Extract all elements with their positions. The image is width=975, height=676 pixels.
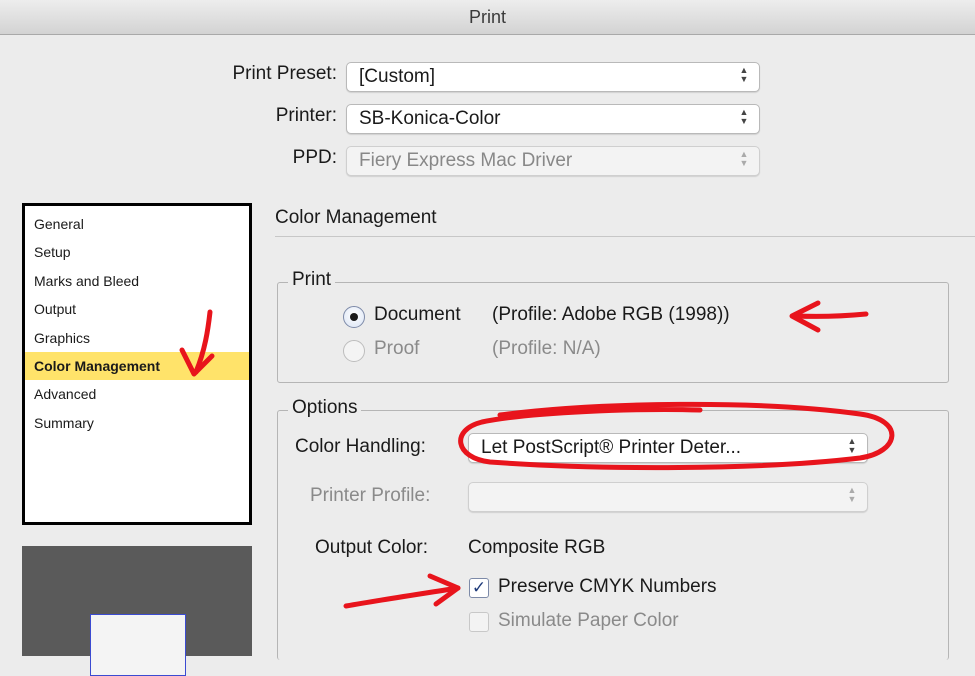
sidebar-item-summary[interactable]: Summary (25, 409, 249, 437)
category-list[interactable]: General Setup Marks and Bleed Output Gra… (22, 203, 252, 525)
color-handling-value: Let PostScript® Printer Deter... (481, 437, 742, 458)
window-title: Print (0, 0, 975, 35)
sidebar-item-marks-and-bleed[interactable]: Marks and Bleed (25, 267, 249, 295)
printer-select[interactable]: SB-Konica-Color ▲ ▼ (346, 104, 760, 134)
page-preview (22, 546, 252, 676)
updown-chevron-icon: ▲ ▼ (739, 149, 749, 168)
sidebar-item-advanced[interactable]: Advanced (25, 380, 249, 408)
updown-chevron-icon: ▲ ▼ (739, 107, 749, 126)
print-preset-label: Print Preset: (232, 63, 337, 84)
preserve-cmyk-label[interactable]: Preserve CMYK Numbers (498, 576, 717, 598)
ppd-select[interactable]: Fiery Express Mac Driver ▲ ▼ (346, 146, 760, 176)
color-handling-select[interactable]: Let PostScript® Printer Deter... ▲ ▼ (468, 433, 868, 463)
updown-chevron-icon: ▲ ▼ (847, 485, 857, 504)
printer-label: Printer: (275, 105, 337, 126)
sidebar-item-setup[interactable]: Setup (25, 238, 249, 266)
updown-chevron-icon: ▲ ▼ (739, 65, 749, 84)
color-handling-label: Color Handling: (295, 436, 426, 457)
checkmark-icon[interactable]: ✓ (469, 578, 489, 598)
preview-page-thumbnail (90, 614, 186, 676)
updown-chevron-icon: ▲ ▼ (847, 436, 857, 455)
print-preset-select[interactable]: [Custom] ▲ ▼ (346, 62, 760, 92)
simulate-paper-checkbox[interactable] (469, 612, 489, 632)
section-divider (275, 236, 975, 237)
sidebar-item-graphics[interactable]: Graphics (25, 324, 249, 352)
proof-profile-text: (Profile: N/A) (492, 338, 601, 359)
sidebar-item-color-management[interactable]: Color Management (25, 351, 249, 381)
printer-profile-label: Printer Profile: (310, 485, 431, 506)
document-profile-text: (Profile: Adobe RGB (1998)) (492, 304, 730, 325)
document-radio-label[interactable]: Document (374, 304, 461, 326)
output-color-value: Composite RGB (468, 537, 606, 558)
proof-radio[interactable] (343, 340, 365, 362)
proof-radio-label[interactable]: Proof (374, 338, 419, 360)
print-group-legend: Print (288, 269, 336, 291)
sidebar-item-general[interactable]: General (25, 210, 249, 238)
document-radio[interactable] (343, 306, 365, 328)
print-group: Print (277, 269, 949, 383)
ppd-label: PPD: (292, 147, 337, 168)
printer-value: SB-Konica-Color (359, 108, 501, 129)
printer-profile-select[interactable]: ▲ ▼ (468, 482, 868, 512)
ppd-value: Fiery Express Mac Driver (359, 150, 573, 171)
sidebar-item-output[interactable]: Output (25, 295, 249, 323)
simulate-paper-label[interactable]: Simulate Paper Color (498, 610, 679, 632)
section-title: Color Management (275, 207, 437, 228)
print-preset-value: [Custom] (359, 66, 436, 87)
options-group-legend: Options (288, 397, 362, 419)
output-color-label: Output Color: (315, 537, 428, 558)
